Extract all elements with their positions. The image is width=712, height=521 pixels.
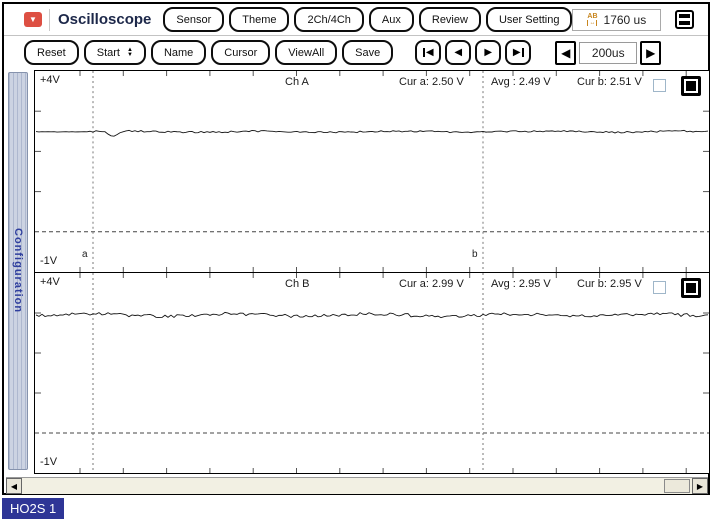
oscilloscope-app: ▼ Oscilloscope Sensor Theme 2Ch/4Ch Aux … bbox=[0, 0, 712, 521]
channel-color-swatch[interactable] bbox=[681, 76, 701, 96]
start-spinner-icon[interactable]: ▲ ▼ bbox=[127, 47, 133, 58]
skip-first-button[interactable]: ◀ bbox=[415, 40, 442, 65]
sidebar-tab-label: Configuration bbox=[12, 228, 24, 314]
app-window: ▼ Oscilloscope Sensor Theme 2Ch/4Ch Aux … bbox=[2, 2, 710, 495]
cursor-a-reading: Cur a: 2.50 V bbox=[399, 76, 464, 88]
skip-last-button[interactable]: ▶ bbox=[505, 40, 532, 65]
cursor-b-reading: Cur b: 2.51 V bbox=[577, 76, 642, 88]
start-button[interactable]: Start ▲ ▼ bbox=[83, 40, 146, 65]
titlebar: ▼ Oscilloscope Sensor Theme 2Ch/4Ch Aux … bbox=[4, 4, 708, 36]
playback-nav-group: ◀ ◀ ▶ ▶ bbox=[415, 40, 532, 65]
channel-title: Ch A bbox=[285, 76, 309, 88]
scale-top-label: +4V bbox=[40, 276, 60, 288]
step-forward-button[interactable]: ▶ bbox=[475, 40, 502, 65]
sidebar-tab-configuration[interactable]: Configuration bbox=[8, 72, 28, 470]
status-tab-ho2s1[interactable]: HO2S 1 bbox=[2, 498, 65, 519]
channel-option-checkbox[interactable] bbox=[653, 79, 666, 92]
timebase-decrease-button[interactable]: ◀ bbox=[555, 40, 577, 65]
channel-a-panel: +4V -1V Ch A Cur a: 2.50 V Avg : 2.49 V … bbox=[34, 70, 710, 273]
reset-button[interactable]: Reset bbox=[24, 40, 79, 65]
titlebar-divider bbox=[49, 8, 50, 31]
ab-delta-time-display: AB ↔ 1760 us bbox=[572, 8, 662, 31]
app-title: Oscilloscope bbox=[58, 11, 152, 28]
theme-button[interactable]: Theme bbox=[229, 7, 290, 32]
name-button[interactable]: Name bbox=[150, 40, 207, 65]
timebase-increase-button[interactable]: ▶ bbox=[640, 40, 662, 65]
step-back-button[interactable]: ◀ bbox=[445, 40, 472, 65]
scroll-left-icon[interactable]: ◀ bbox=[6, 478, 22, 494]
channel-b-panel: +4V -1V Ch B Cur a: 2.99 V Avg : 2.95 V … bbox=[34, 272, 710, 474]
cursor-button[interactable]: Cursor bbox=[211, 40, 271, 65]
scale-bottom-label: -1V bbox=[40, 456, 58, 468]
timebase-value[interactable]: 200us bbox=[579, 41, 638, 64]
scrollbar-thumb[interactable] bbox=[664, 479, 690, 493]
channel-a-waveform-plot bbox=[35, 71, 709, 272]
app-menu-dropdown-icon[interactable]: ▼ bbox=[24, 12, 42, 27]
cursor-a-reading: Cur a: 2.99 V bbox=[399, 278, 464, 290]
channel-option-checkbox[interactable] bbox=[653, 281, 666, 294]
waveform-trace bbox=[35, 311, 709, 319]
scale-top-label: +4V bbox=[40, 74, 60, 86]
ab-delta-time-value: 1760 us bbox=[603, 12, 647, 27]
scale-bottom-label: -1V bbox=[40, 255, 58, 267]
channel-mode-button[interactable]: 2Ch/4Ch bbox=[294, 7, 364, 32]
user-setting-button[interactable]: User Setting bbox=[485, 7, 573, 32]
review-button[interactable]: Review bbox=[418, 7, 481, 32]
hamburger-menu-icon[interactable] bbox=[675, 10, 694, 29]
channel-b-waveform-plot bbox=[35, 273, 709, 473]
waveform-trace bbox=[35, 129, 709, 137]
channel-color-swatch[interactable] bbox=[681, 278, 701, 298]
ab-cursor-delta-icon: AB ↔ bbox=[587, 13, 598, 26]
avg-reading: Avg : 2.49 V bbox=[491, 76, 551, 88]
horizontal-scrollbar[interactable]: ◀ ▶ bbox=[6, 477, 708, 494]
save-button[interactable]: Save bbox=[342, 40, 394, 65]
cursor-b-reading: Cur b: 2.95 V bbox=[577, 278, 642, 290]
avg-reading: Avg : 2.95 V bbox=[491, 278, 551, 290]
viewall-button[interactable]: ViewAll bbox=[275, 40, 338, 65]
cursor-b-mark[interactable]: b bbox=[472, 249, 478, 260]
sensor-button[interactable]: Sensor bbox=[163, 7, 225, 32]
cursor-a-mark[interactable]: a bbox=[82, 249, 88, 260]
timebase-group: ◀ 200us ▶ bbox=[555, 40, 662, 65]
scroll-right-icon[interactable]: ▶ bbox=[692, 478, 708, 494]
channel-title: Ch B bbox=[285, 278, 310, 290]
aux-button[interactable]: Aux bbox=[368, 7, 414, 32]
toolbar: Reset Start ▲ ▼ Name Cursor ViewAll Save… bbox=[4, 37, 708, 68]
